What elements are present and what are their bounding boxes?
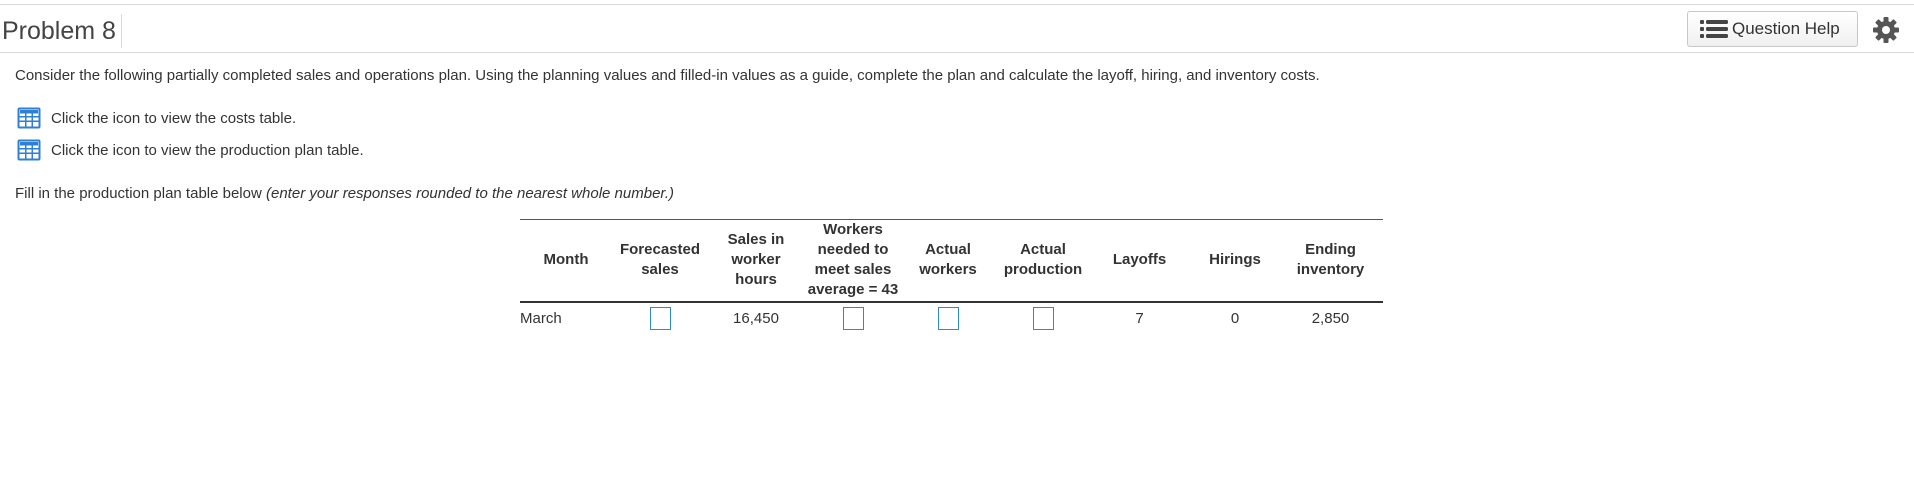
actual-workers-input[interactable]: [937, 306, 959, 330]
production-plan-link-row: Click the icon to view the production pl…: [17, 139, 364, 161]
costs-table-link-text: Click the icon to view the costs table.: [51, 109, 297, 127]
forecasted-sales-input[interactable]: [649, 306, 671, 330]
header-actual-workers: Actual workers: [919, 241, 977, 278]
cell-forecasted-sales: [612, 303, 708, 333]
header-forecasted-sales: Forecasted sales: [619, 241, 701, 278]
instruction-text: Fill in the production plan table below: [15, 185, 266, 202]
cell-hirings: 0: [1230, 309, 1240, 327]
header-actual-production: Actual production: [1003, 241, 1083, 278]
production-plan-link-text: Click the icon to view the production pl…: [51, 141, 364, 159]
cell-sales-worker-hours: 16,450: [733, 309, 779, 327]
cell-layoffs: 7: [1135, 309, 1144, 327]
fill-in-instruction: Fill in the production plan table below …: [15, 185, 674, 202]
gear-icon[interactable]: [1872, 16, 1900, 44]
header-layoffs: Layoffs: [1112, 251, 1167, 268]
cell-actual-production: [994, 303, 1092, 333]
cell-workers-needed: [804, 303, 902, 333]
table-grid-icon[interactable]: [17, 139, 41, 161]
problem-statement: Consider the following partially complet…: [15, 67, 1320, 84]
cell-month: March: [520, 309, 562, 327]
header-hirings: Hirings: [1209, 251, 1261, 268]
header-ending-inventory: Ending inventory: [1296, 241, 1365, 278]
question-help-button[interactable]: Question Help: [1687, 11, 1858, 47]
cell-actual-workers: [902, 303, 994, 333]
actual-production-input[interactable]: [1032, 306, 1054, 330]
cell-ending-inventory: 2,850: [1311, 309, 1350, 327]
workers-needed-input[interactable]: [842, 306, 864, 330]
question-help-label: Question Help: [1732, 19, 1840, 38]
header-sales-worker-hours: Sales in worker hours: [727, 231, 785, 288]
problem-header: Problem 8 Question Help: [0, 5, 1914, 53]
instruction-italic: (enter your responses rounded to the nea…: [266, 185, 675, 202]
costs-table-link-row: Click the icon to view the costs table.: [17, 107, 296, 129]
table-grid-icon[interactable]: [17, 107, 41, 129]
page-title: Problem 8: [2, 14, 122, 48]
list-icon: [1700, 20, 1728, 38]
header-workers-needed: Workers needed to meet sales average = 43: [807, 221, 899, 298]
header-month: Month: [543, 251, 589, 268]
